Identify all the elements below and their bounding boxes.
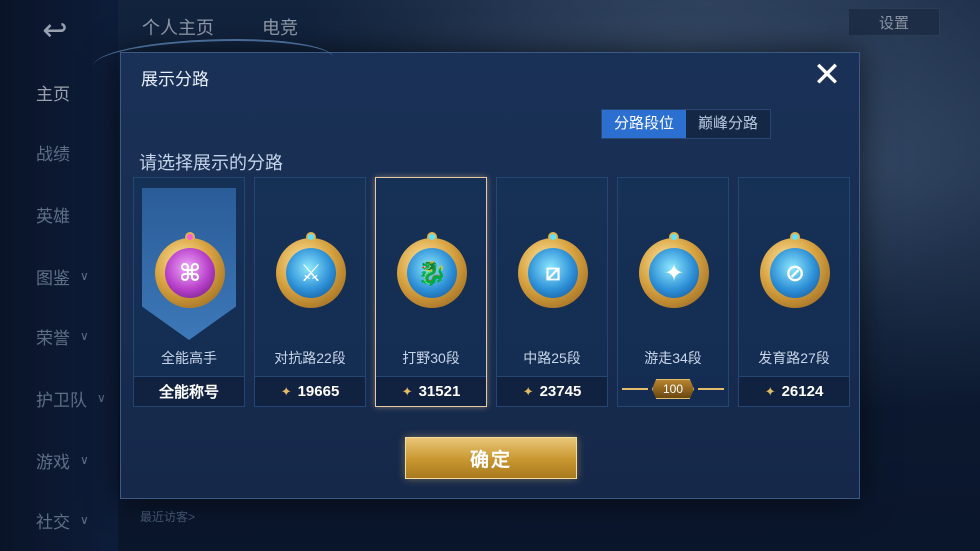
lane-name: 发育路27段 — [758, 350, 830, 366]
badge-emblem: ⊘ — [770, 248, 820, 298]
mid-lane-icon: ⧄ — [518, 232, 588, 308]
lane-card[interactable]: ✦ 游走34段 100 — [617, 177, 729, 407]
lane-card[interactable]: ⚔ 对抗路22段 ✦ 19665 — [254, 177, 366, 407]
gem-icon — [185, 232, 195, 242]
all-rounder-icon: ⌘ — [155, 232, 225, 308]
rank-points-icon: ✦ — [764, 383, 776, 399]
badge-emblem: ✦ — [649, 248, 699, 298]
rank-points-icon: ✦ — [280, 383, 292, 399]
lane-name: 游走34段 — [644, 350, 702, 366]
toggle-peak-lane[interactable]: 巅峰分路 — [686, 110, 771, 138]
score-bar: 全能称号 — [134, 376, 244, 406]
clash-lane-icon: ⚔ — [276, 232, 346, 308]
lane-name: 对抗路22段 — [274, 350, 346, 366]
lane-name: 打野30段 — [402, 350, 460, 366]
lane-card[interactable]: ⊘ 发育路27段 ✦ 26124 — [738, 177, 850, 407]
farm-lane-icon: ⊘ — [760, 232, 830, 308]
badge-emblem: ⌘ — [165, 248, 215, 298]
close-icon: ✕ — [812, 56, 842, 94]
lane-mode-toggle: 分路段位 巅峰分路 — [601, 109, 772, 139]
score-bar: ✦ 19665 — [255, 376, 365, 406]
gem-icon — [790, 232, 800, 242]
select-lane-prompt: 请选择展示的分路 — [139, 153, 283, 173]
rank-points-value: 23745 — [539, 383, 582, 400]
badge-emblem: ⚔ — [286, 248, 336, 298]
gem-icon — [306, 232, 316, 242]
lane-name: 中路25段 — [523, 350, 581, 366]
gem-icon — [548, 232, 558, 242]
rank-points-value: 26124 — [781, 383, 824, 400]
lane-card[interactable]: 🐉 打野30段 ✦ 31521 — [375, 177, 487, 407]
rank-points-icon: ✦ — [522, 383, 534, 399]
roam-icon: ✦ — [639, 232, 709, 308]
hundred-badge-label: 100 — [651, 379, 695, 399]
score-bar: ✦ 31521 — [376, 376, 486, 406]
lane-card[interactable]: ⧄ 中路25段 ✦ 23745 — [496, 177, 608, 407]
badge-emblem: 🐉 — [407, 248, 457, 298]
wing-decoration — [698, 388, 724, 390]
score-bar: ✦ 23745 — [497, 376, 607, 406]
wing-decoration — [622, 388, 648, 390]
score-bar: ✦ 26124 — [739, 376, 849, 406]
jungle-icon: 🐉 — [397, 232, 467, 308]
show-lane-dialog: 展示分路 ✕ 分路段位 巅峰分路 请选择展示的分路 ⌘ 全能高手全能称号 ⚔ 对抗路2… — [93, 39, 860, 499]
dialog-title: 展示分路 — [141, 70, 209, 89]
toggle-lane-rank[interactable]: 分路段位 — [602, 110, 687, 138]
lane-name: 全能高手 — [161, 350, 217, 366]
close-button[interactable]: ✕ — [809, 56, 845, 94]
rank-points-icon: ✦ — [401, 383, 413, 399]
confirm-button[interactable]: 确定 — [405, 437, 577, 479]
lane-card[interactable]: ⌘ 全能高手全能称号 — [133, 177, 245, 407]
gem-icon — [669, 232, 679, 242]
rank-points-value: 31521 — [418, 383, 461, 400]
badge-emblem: ⧄ — [528, 248, 578, 298]
rank-points-value: 19665 — [297, 383, 340, 400]
hundred-star-badge: 100 — [618, 376, 728, 402]
gem-icon — [427, 232, 437, 242]
title-label: 全能称号 — [158, 384, 219, 401]
